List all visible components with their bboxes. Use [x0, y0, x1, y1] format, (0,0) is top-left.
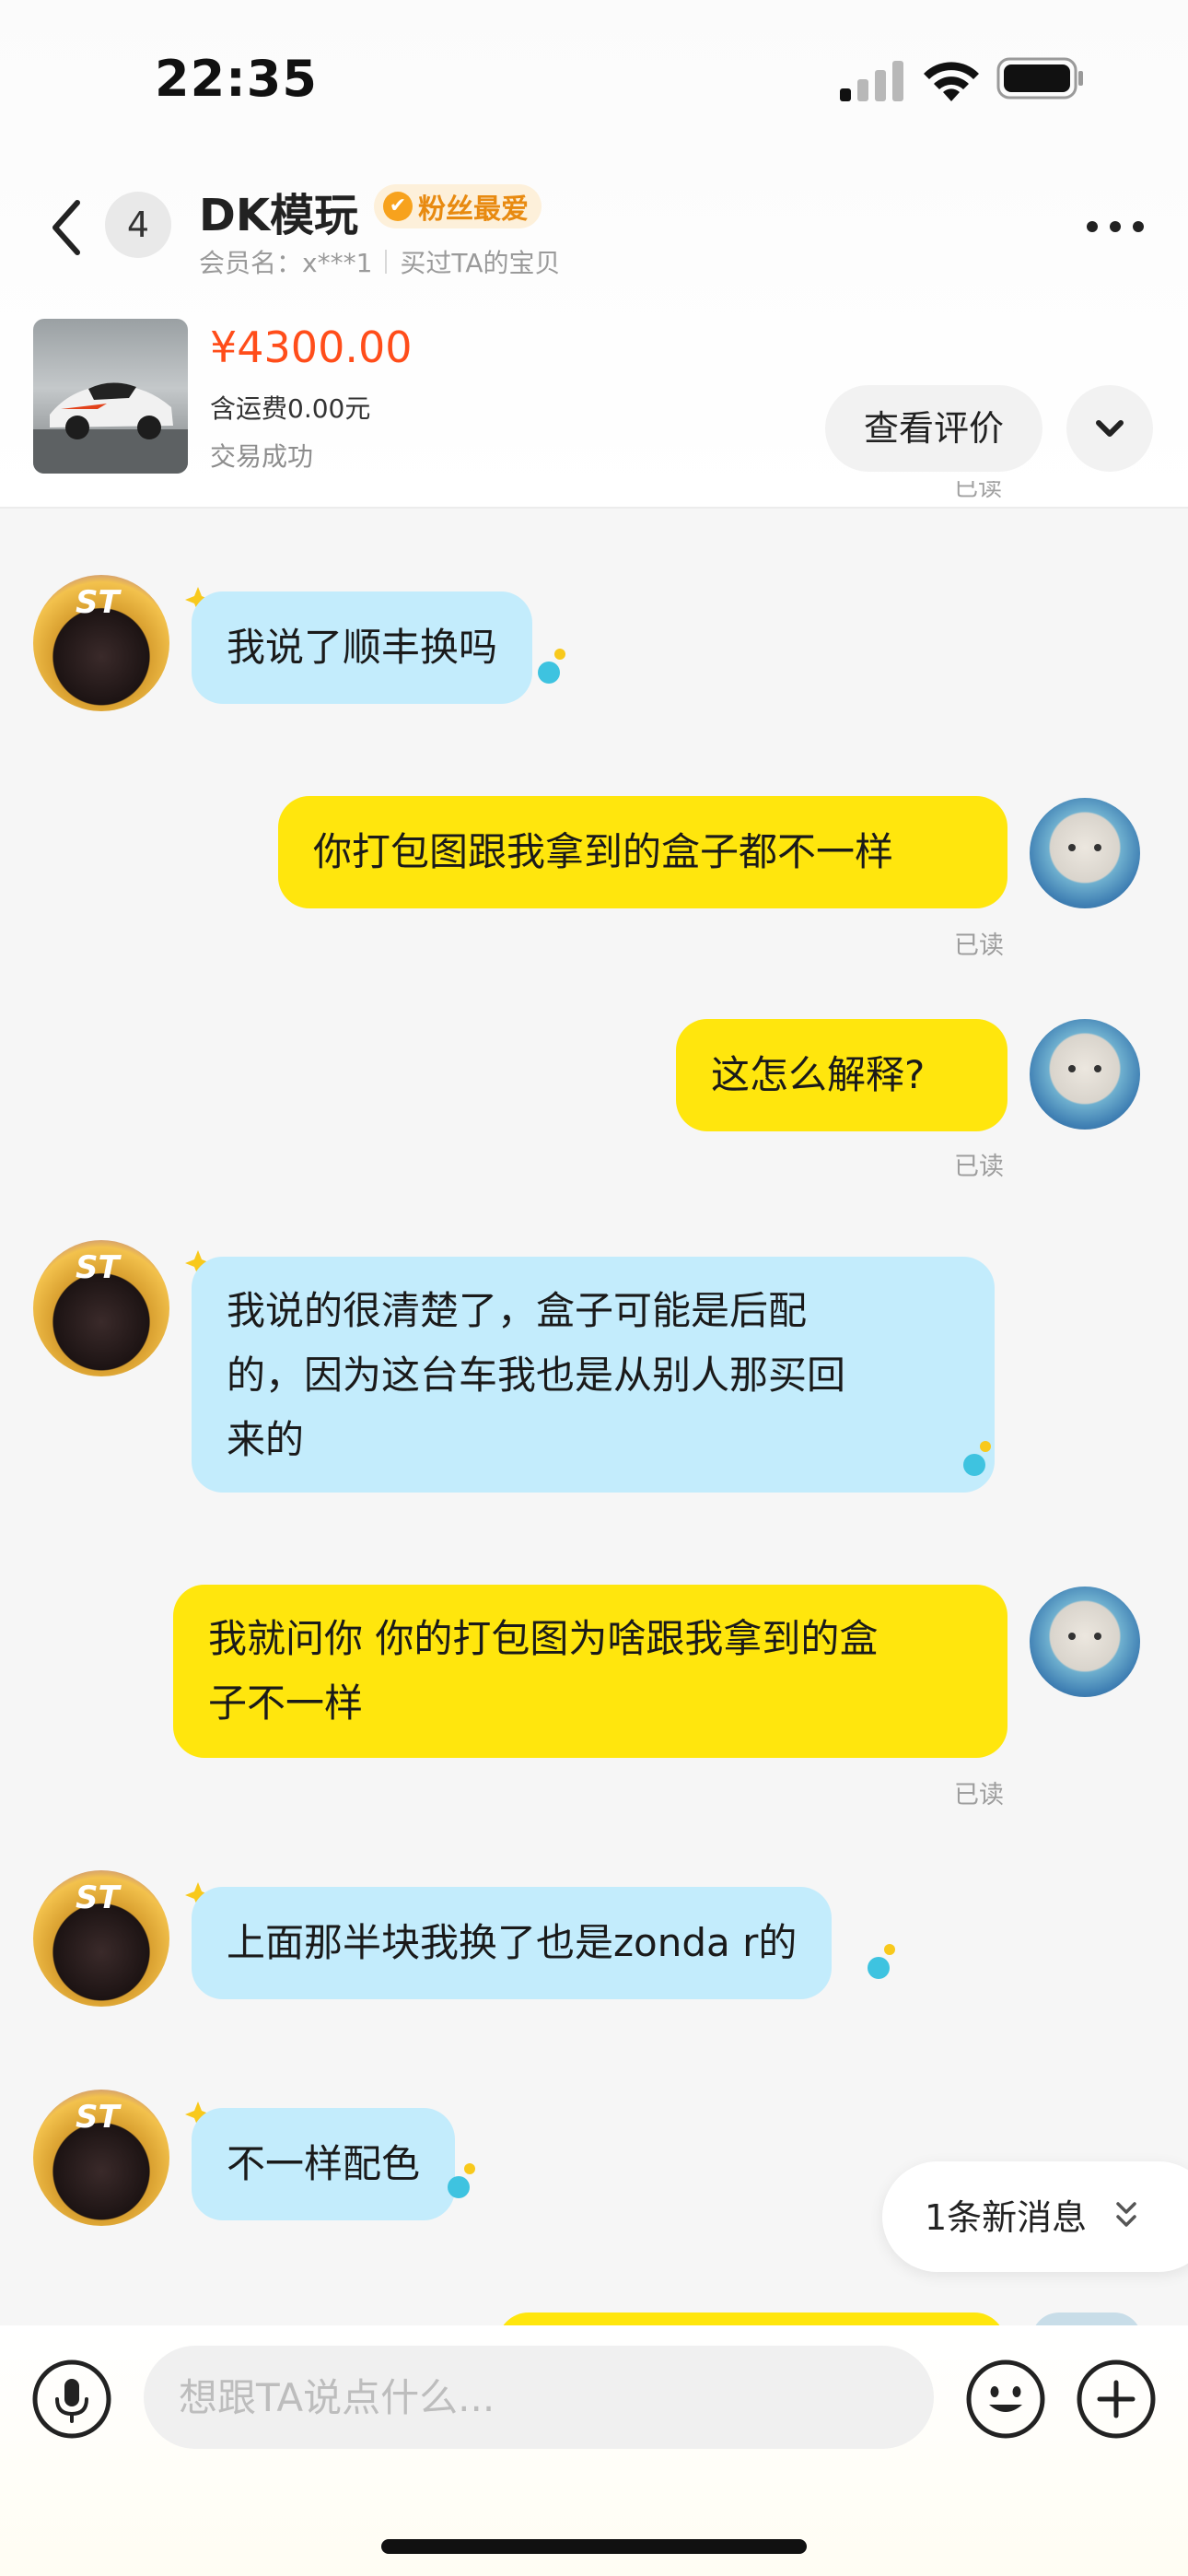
expand-card-button[interactable] [1066, 385, 1153, 472]
chevron-down-icon [1096, 420, 1124, 437]
purchase-note: 买过TA的宝贝 [400, 248, 561, 278]
trade-status: 交易成功 [210, 441, 314, 472]
home-indicator[interactable] [381, 2539, 807, 2554]
incoming-message-bubble[interactable]: 上面那半块我换了也是zonda r的 [192, 1887, 833, 1999]
seller-logo-icon: ST [76, 2099, 120, 2136]
wifi-icon [924, 62, 979, 101]
unread-count-badge[interactable]: 4 [105, 192, 171, 258]
product-price: ¥4300.00 [210, 322, 413, 372]
buyer-avatar[interactable] [1030, 1019, 1140, 1130]
check-badge-icon: ✔ [383, 192, 413, 221]
cat-face-icon [1068, 844, 1101, 851]
seller-avatar[interactable]: ST [33, 1870, 169, 2007]
divider [385, 250, 388, 274]
bubble-decoration-icon [448, 2163, 475, 2198]
cat-face-icon [1068, 1633, 1101, 1640]
read-status: 已读 [954, 481, 1003, 502]
seller-avatar[interactable]: ST [33, 2090, 169, 2226]
shipping-fee: 含运费0.00元 [210, 393, 371, 424]
seller-logo-icon: ST [76, 1249, 120, 1286]
battery-icon [996, 57, 1083, 100]
seller-logo-icon: ST [76, 584, 120, 621]
bubble-decoration-icon [868, 1944, 895, 1979]
shop-name[interactable]: DK模玩 [199, 179, 358, 243]
fan-badge-label: 粉丝最爱 [418, 193, 529, 226]
outgoing-message-bubble[interactable]: 我就问你 你的打包图为啥跟我拿到的盒 子不一样 [173, 1585, 1007, 1758]
status-time: 22:35 [155, 50, 318, 108]
incoming-message-bubble[interactable]: 不一样配色 [192, 2108, 456, 2220]
new-messages-button[interactable]: 1条新消息 [882, 2161, 1188, 2272]
member-name: 会员名：x***1 [199, 248, 373, 278]
read-status: 已读 [954, 1781, 1004, 1809]
plus-icon[interactable] [1076, 2359, 1157, 2440]
outgoing-message-bubble[interactable]: 你打包图跟我拿到的盒子都不一样 [278, 796, 1007, 908]
read-status: 已读 [954, 931, 1004, 960]
view-review-button[interactable]: 查看评价 [825, 385, 1042, 472]
bubble-decoration-icon [538, 649, 565, 684]
buyer-avatar[interactable] [1030, 1587, 1140, 1697]
outgoing-message-bubble[interactable]: 这怎么解释? [676, 1019, 1007, 1131]
emoji-icon[interactable] [965, 2359, 1046, 2440]
product-thumbnail[interactable] [33, 319, 188, 474]
seller-avatar[interactable]: ST [33, 1240, 169, 1376]
cellular-signal-icon [840, 61, 903, 101]
cat-face-icon [1068, 1065, 1101, 1072]
read-status: 已读 [954, 1153, 1004, 1181]
seller-avatar[interactable]: ST [33, 575, 169, 711]
microphone-icon[interactable] [31, 2359, 112, 2440]
status-bar: 22:35 [0, 0, 1188, 157]
double-chevron-down-icon [1116, 2202, 1136, 2227]
incoming-message-bubble[interactable]: 我说的很清楚了，盒子可能是后配 的，因为这台车我也是从别人那买回 来的 [192, 1257, 995, 1493]
more-options-icon[interactable] [1083, 217, 1147, 236]
buyer-avatar[interactable] [1030, 798, 1140, 908]
message-input[interactable] [144, 2346, 934, 2449]
back-arrow-icon[interactable] [46, 195, 87, 260]
fan-favorite-badge: ✔ 粉丝最爱 [374, 184, 542, 228]
member-info: 会员名：x***1 买过TA的宝贝 [199, 243, 560, 280]
new-messages-label: 1条新消息 [925, 2197, 1088, 2238]
seller-logo-icon: ST [76, 1879, 120, 1916]
car-image [33, 382, 188, 474]
incoming-message-bubble[interactable]: 我说了顺丰换吗 [192, 591, 533, 704]
bubble-decoration-icon [963, 1441, 991, 1476]
